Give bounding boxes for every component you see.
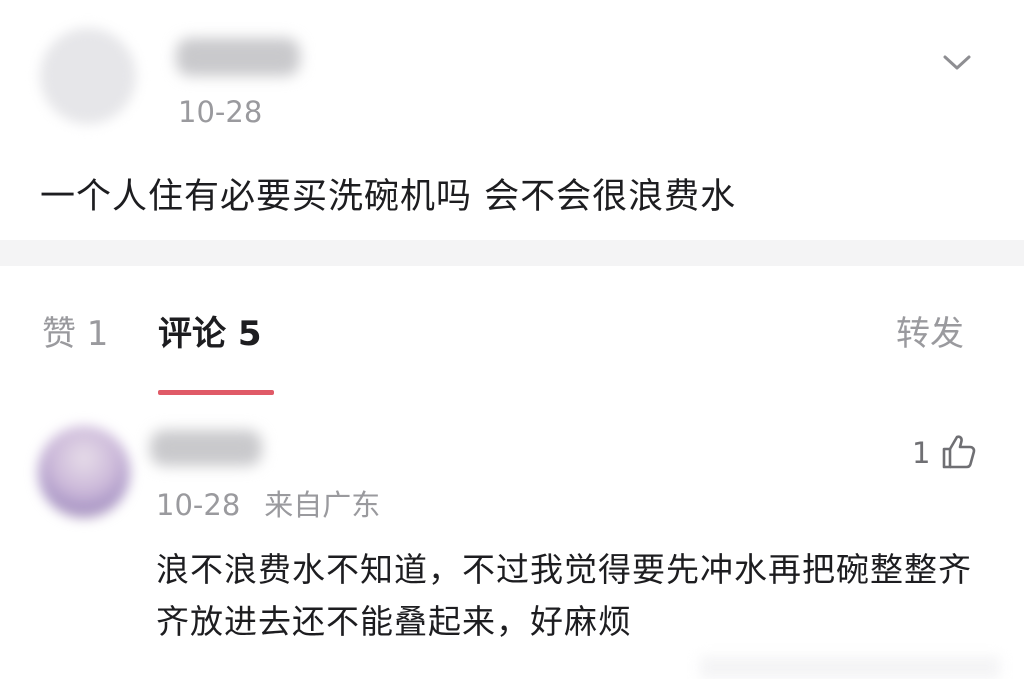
next-item-fade	[700, 656, 1000, 679]
post-header: 10-28 一个人住有必要买洗碗机吗 会不会很浪费水	[0, 0, 1024, 240]
author-name-blurred[interactable]	[176, 38, 300, 76]
commenter-name-blurred[interactable]	[150, 430, 262, 466]
post-date: 10-28	[178, 95, 263, 129]
interaction-tabs: 赞 1 评论 5 转发	[0, 266, 1024, 406]
comment-item: 10-28 来自广东 1 浪不浪费水不知道，不过我觉得要先冲水再把碗整整齐齐放进去…	[0, 406, 1024, 679]
author-avatar[interactable]	[40, 28, 136, 124]
comment-location: 来自广东	[264, 488, 381, 522]
comment-date: 10-28	[156, 488, 241, 522]
comment-text: 浪不浪费水不知道，不过我觉得要先冲水再把碗整整齐齐放进去还不能叠起来，好麻烦	[156, 550, 972, 641]
thumbs-up-icon[interactable]	[938, 432, 978, 472]
tab-likes[interactable]: 赞 1	[42, 306, 108, 355]
comment-like-count: 1	[912, 436, 931, 470]
active-tab-indicator	[158, 390, 274, 395]
tab-comments[interactable]: 评论 5	[158, 306, 262, 355]
commenter-avatar[interactable]	[38, 426, 130, 518]
chevron-down-icon[interactable]	[940, 50, 974, 74]
comment-meta: 10-28 来自广东	[156, 482, 380, 524]
post-text: 一个人住有必要买洗碗机吗 会不会很浪费水	[40, 177, 737, 217]
tab-shares[interactable]: 转发	[896, 306, 964, 355]
section-divider	[0, 240, 1024, 266]
